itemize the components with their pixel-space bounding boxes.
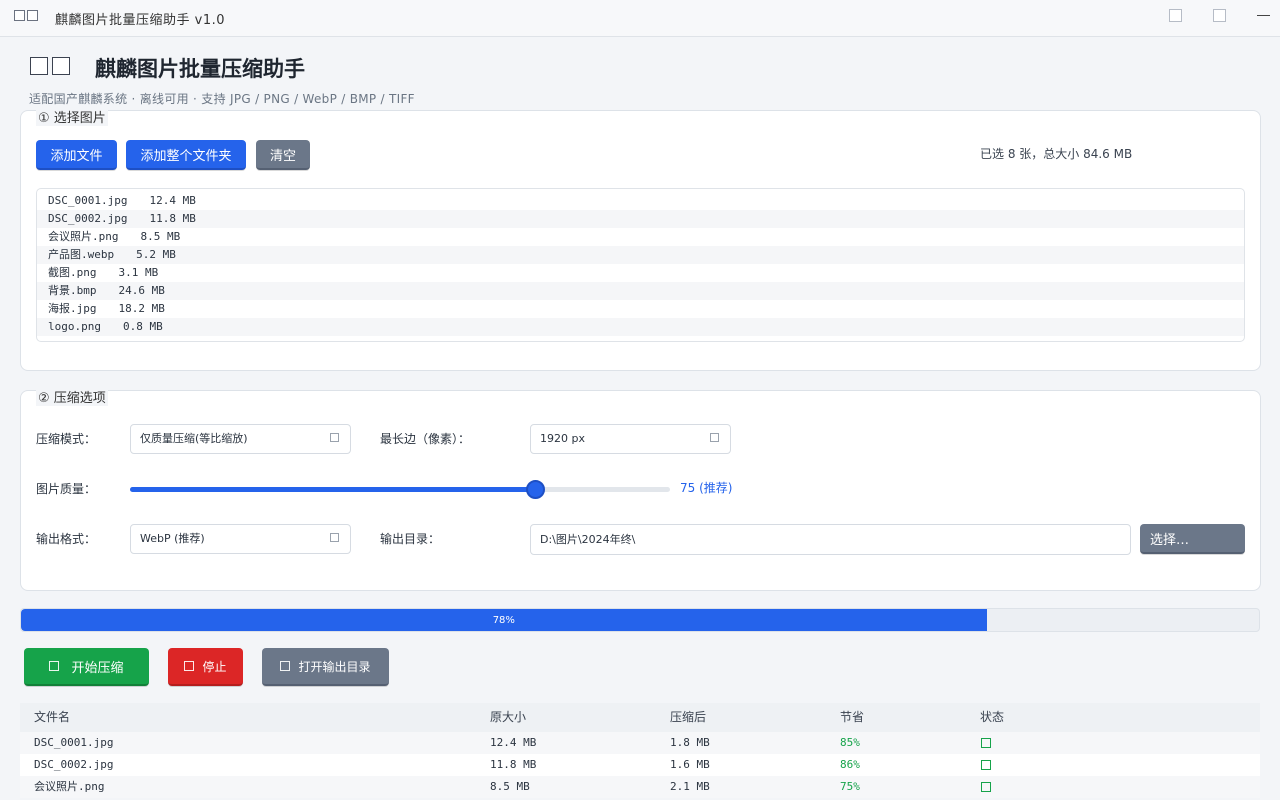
start-compress-label: 开始压缩 (71, 660, 124, 676)
success-icon (981, 776, 991, 798)
title-bar: 麒麟图片批量压缩助手 v1.0 (0, 0, 1280, 37)
file-size: 0.8 MB (122, 320, 163, 333)
file-name: DSC_0001.jpg (48, 194, 128, 207)
stop-label: 停止 (202, 659, 227, 674)
cell-original: 12.4 MB (490, 736, 537, 749)
output-dir-input[interactable]: D:\图片\2024年终\ (530, 524, 1131, 555)
quality-slider-handle[interactable] (525, 480, 545, 499)
cell-name: DSC_0001.jpg (34, 736, 114, 749)
file-size: 11.8 MB (149, 212, 196, 225)
file-name: 截图.png (48, 266, 97, 279)
file-name: 背景.bmp (48, 284, 97, 297)
chevron-down-icon (330, 433, 339, 442)
cell-compressed: 1.8 MB (670, 736, 710, 749)
output-dir-label: 输出目录： (380, 532, 441, 546)
format-select-value: WebP (推荐) (140, 532, 205, 545)
list-item[interactable]: 海报.jpg 18.2 MB (37, 300, 1244, 318)
open-output-label: 打开输出目录 (298, 659, 371, 674)
column-header-saved[interactable]: 节省 (840, 703, 864, 732)
cell-original: 11.8 MB (490, 758, 537, 771)
cell-saved: 85% (840, 736, 860, 749)
chevron-down-icon (330, 533, 339, 542)
window-title: 麒麟图片批量压缩助手 v1.0 (55, 13, 226, 28)
max-edge-value: 1920 px (540, 432, 585, 445)
file-size: 5.2 MB (136, 248, 176, 261)
file-size: 8.5 MB (140, 230, 181, 243)
list-item[interactable]: DSC_0002.jpg 11.8 MB (37, 210, 1244, 228)
progress-text: 78% (492, 614, 515, 626)
quality-value: 75 (推荐) (680, 481, 733, 495)
play-icon (49, 661, 60, 671)
restore-icon[interactable] (1169, 9, 1182, 22)
quality-label: 图片质量： (36, 482, 97, 496)
table-header: 文件名 原大小 压缩后 节省 状态 (20, 703, 1260, 732)
mode-select-value: 仅质量压缩(等比缩放) (140, 432, 248, 445)
results-table: 文件名 原大小 压缩后 节省 状态 DSC_0001.jpg 12.4 MB 1… (20, 703, 1260, 798)
list-item[interactable]: DSC_0001.jpg 12.4 MB (37, 192, 1244, 210)
progress-bar: 78% (20, 608, 1260, 632)
mode-label: 压缩模式： (36, 432, 97, 446)
file-name: 海报.jpg (48, 302, 97, 315)
start-compress-button[interactable]: 开始压缩 (24, 648, 149, 686)
file-list[interactable]: DSC_0001.jpg 12.4 MB DSC_0002.jpg 11.8 MB … (36, 188, 1245, 342)
stop-icon (184, 661, 195, 671)
quality-slider[interactable] (130, 487, 670, 492)
max-edge-label: 最长边（像素）： (380, 432, 471, 446)
file-size: 12.4 MB (149, 194, 196, 207)
file-name: DSC_0002.jpg (48, 212, 128, 225)
cell-saved: 86% (840, 758, 860, 771)
list-item[interactable]: 背景.bmp 24.6 MB (37, 282, 1244, 300)
add-folder-button[interactable]: 添加整个文件夹 (126, 140, 246, 170)
format-select[interactable]: WebP (推荐) (130, 524, 351, 554)
file-name: logo.png (48, 320, 101, 333)
stop-button[interactable]: 停止 (168, 648, 243, 686)
quality-slider-fill (130, 487, 535, 492)
selection-summary: 已选 8 张，总大小 84.6 MB (980, 147, 1133, 161)
mode-select[interactable]: 仅质量压缩(等比缩放) (130, 424, 351, 454)
list-item[interactable]: 产品图.webp 5.2 MB (37, 246, 1244, 264)
format-label: 输出格式： (36, 532, 97, 546)
choose-dir-button[interactable]: 选择… (1140, 524, 1245, 554)
file-size: 3.1 MB (118, 266, 159, 279)
column-header-original[interactable]: 原大小 (490, 703, 526, 732)
page-subtitle: 适配国产麒麟系统 · 离线可用 · 支持 JPG / PNG / WebP / … (29, 92, 415, 106)
table-row[interactable]: DSC_0002.jpg 11.8 MB 1.6 MB 86% (20, 754, 1260, 776)
file-name: 会议照片.png (48, 230, 119, 243)
table-row[interactable]: DSC_0001.jpg 12.4 MB 1.8 MB 85% (20, 732, 1260, 754)
cell-compressed: 2.1 MB (670, 780, 710, 793)
list-item[interactable]: logo.png 0.8 MB (37, 318, 1244, 336)
column-header-status[interactable]: 状态 (980, 703, 1004, 732)
cell-name: DSC_0002.jpg (34, 758, 114, 771)
table-row[interactable]: 会议照片.png 8.5 MB 2.1 MB 75% (20, 776, 1260, 798)
list-item[interactable]: 截图.png 3.1 MB (37, 264, 1244, 282)
max-edge-select[interactable]: 1920 px (530, 424, 731, 454)
page-title: 麒麟图片批量压缩助手 (95, 57, 305, 81)
maximize-icon[interactable] (1213, 9, 1226, 22)
minimize-icon[interactable] (1257, 9, 1270, 22)
app-logo-icon (14, 10, 38, 21)
cell-name: 会议照片.png (34, 780, 105, 793)
clear-button[interactable]: 清空 (256, 140, 310, 170)
table-body: DSC_0001.jpg 12.4 MB 1.8 MB 85% DSC_0002… (20, 732, 1260, 798)
success-icon (981, 754, 991, 776)
cell-original: 8.5 MB (490, 780, 530, 793)
file-size: 18.2 MB (118, 302, 165, 315)
header-logo-icon (30, 57, 70, 75)
success-icon (981, 732, 991, 754)
select-images-legend: ① 选择图片 (36, 107, 108, 126)
chevron-down-icon (710, 433, 719, 442)
cell-saved: 75% (840, 780, 860, 793)
cell-compressed: 1.6 MB (670, 758, 710, 771)
add-files-button[interactable]: 添加文件 (36, 140, 117, 170)
file-size: 24.6 MB (118, 284, 165, 297)
list-item[interactable]: 会议照片.png 8.5 MB (37, 228, 1244, 246)
folder-icon (280, 661, 291, 671)
column-header-compressed[interactable]: 压缩后 (670, 703, 706, 732)
column-header-name[interactable]: 文件名 (34, 703, 70, 732)
file-name: 产品图.webp (48, 248, 115, 261)
compression-options-legend: ② 压缩选项 (36, 387, 108, 406)
open-output-button[interactable]: 打开输出目录 (262, 648, 389, 686)
